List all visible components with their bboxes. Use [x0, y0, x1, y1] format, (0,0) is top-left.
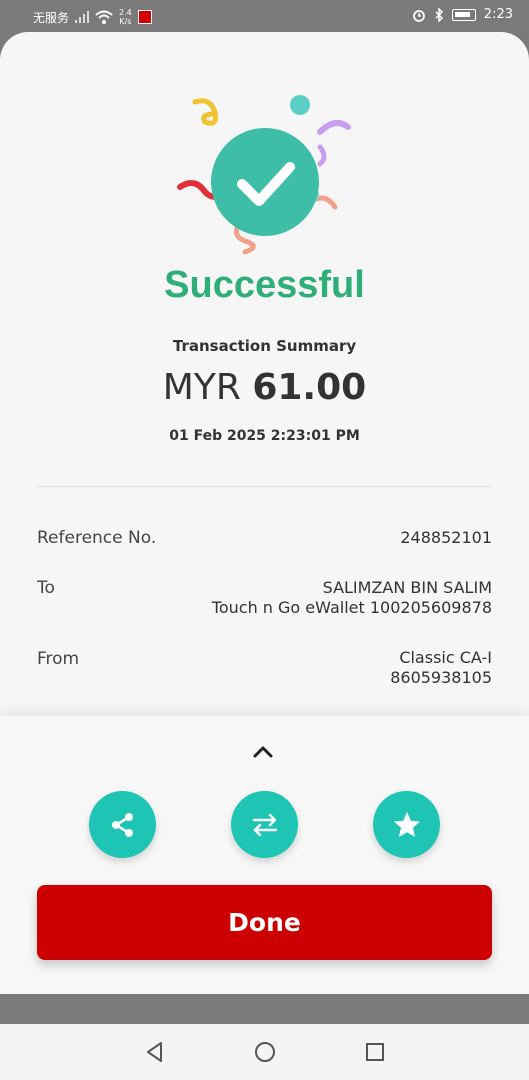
status-bar: 无服务 2.4 K/s 2:23 [0, 0, 529, 32]
transaction-datetime: 01 Feb 2025 2:23:01 PM [169, 428, 360, 444]
favourite-button[interactable] [373, 791, 440, 858]
amount-currency: MYR [162, 367, 241, 408]
signal-icon [75, 11, 90, 23]
clock-time: 2:23 [483, 7, 513, 22]
home-icon[interactable] [253, 1040, 277, 1064]
success-check-icon [177, 95, 351, 255]
network-speed: 2.4 K/s [119, 8, 132, 26]
alarm-icon [412, 9, 425, 22]
speed-value: 2.4 [119, 8, 132, 17]
done-button[interactable]: Done [37, 885, 492, 960]
from-account: 8605938105 [390, 668, 492, 687]
speed-unit: K/s [119, 17, 132, 26]
transfer-again-button[interactable] [231, 791, 298, 858]
reference-label: Reference No. [37, 528, 157, 548]
battery-icon [451, 8, 476, 21]
share-button[interactable] [89, 791, 156, 858]
chevron-up-icon[interactable] [252, 744, 274, 760]
divider [37, 486, 492, 487]
status-left: 无服务 2.4 K/s [33, 8, 152, 26]
to-name: SALIMZAN BIN SALIM [322, 578, 492, 597]
transfer-icon [252, 813, 277, 836]
star-icon [393, 811, 420, 837]
to-recipient: SALIMZAN BIN SALIM Touch n Go eWallet 10… [212, 578, 492, 618]
wifi-icon [95, 10, 113, 24]
transaction-result-card: Successful Transaction Summary MYR 61.00… [0, 32, 529, 994]
from-name: Classic CA-I [399, 648, 492, 667]
share-icon [111, 812, 133, 837]
summary-label: Transaction Summary [172, 337, 357, 355]
system-navigation-bar [0, 1024, 529, 1080]
app-notification-icon [137, 10, 152, 24]
action-sheet: Done [0, 716, 529, 994]
to-label: To [37, 578, 55, 598]
status-right: 2:23 [412, 7, 513, 22]
bluetooth-icon [435, 7, 443, 22]
to-account: Touch n Go eWallet 100205609878 [211, 598, 492, 617]
amount-value: 61.00 [252, 367, 367, 408]
back-icon[interactable] [143, 1040, 167, 1064]
from-source: Classic CA-I 8605938105 [390, 648, 492, 688]
carrier-text: 无服务 [33, 10, 70, 25]
reference-value: 248852101 [400, 528, 492, 547]
status-title: Successful [164, 264, 365, 306]
recents-icon[interactable] [363, 1040, 387, 1064]
from-label: From [37, 649, 80, 669]
transaction-amount: MYR 61.00 [0, 367, 529, 408]
